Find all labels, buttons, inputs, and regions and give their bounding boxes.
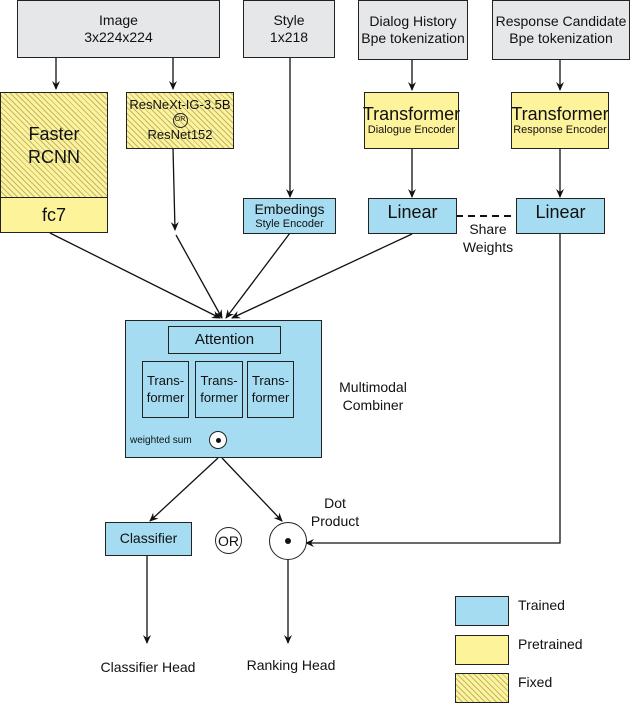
dialog-history-title: Dialog History xyxy=(369,12,457,29)
share-weights-label: Share Weights xyxy=(462,221,514,256)
classifier-head-label: Classifier Head xyxy=(100,659,196,675)
fc7-box: fc7 xyxy=(0,197,108,233)
weighted-sum-operator-icon xyxy=(209,431,227,449)
ranking-head-label: Ranking Head xyxy=(246,657,336,673)
style-input-shape: 1x218 xyxy=(269,29,309,45)
classifier-box: Classifier xyxy=(105,522,192,556)
linear-response-box: Linear xyxy=(516,198,605,234)
legend-label-fixed: Fixed xyxy=(518,674,553,690)
image-input-shape: 3x224x224 xyxy=(84,29,153,45)
transformer-box-3: Trans-former xyxy=(247,361,294,418)
linear-dialog-box: Linear xyxy=(368,198,457,234)
arrow-fc7-to-combiner xyxy=(49,232,221,319)
multimodal-combiner-label: Multimodal Combiner xyxy=(339,379,407,414)
style-input-box: Style 1x218 xyxy=(243,0,335,58)
embedings-label: Embedings xyxy=(254,201,325,218)
transformer-label-3: Trans-former xyxy=(251,373,290,405)
linear-response-label: Linear xyxy=(535,202,586,222)
transformer-label-1: Trans-former xyxy=(146,373,185,405)
linear-dialog-label: Linear xyxy=(387,202,438,222)
dialog-history-box: Dialog History Bpe tokenization xyxy=(358,0,468,60)
weighted-sum-label: weighted sum xyxy=(130,435,192,446)
resnext-box: ResNeXt-IG-3.5B OR ResNet152 xyxy=(126,92,234,149)
transformer-box-1: Trans-former xyxy=(142,361,189,418)
or-icon: OR xyxy=(215,527,242,554)
resnet-label: ResNet152 xyxy=(147,127,213,142)
response-candidate-box: Response Candidate Bpe tokenization xyxy=(492,0,630,60)
arrow-resnext-to-embed xyxy=(170,147,179,231)
dialog-history-subtitle: Bpe tokenization xyxy=(361,30,465,46)
dialogue-transformer-title: Transformer xyxy=(362,103,461,124)
dialogue-encoder-label: Dialogue Encoder xyxy=(367,124,456,137)
image-input-box: Image 3x224x224 xyxy=(17,0,220,58)
or-label: OR xyxy=(218,532,239,549)
arrow-resnext-to-combiner xyxy=(175,234,223,319)
or-badge: OR xyxy=(172,113,188,128)
classifier-label: Classifier xyxy=(119,530,178,547)
attention-box: Attention xyxy=(168,326,281,354)
image-input-title: Image xyxy=(99,11,138,28)
legend-label-trained: Trained xyxy=(518,597,565,613)
legend-swatch-pretrained xyxy=(455,635,509,665)
response-transformer-title: Transformer xyxy=(511,103,609,124)
fc7-label: fc7 xyxy=(41,204,66,225)
response-candidate-title: Response Candidate xyxy=(495,12,627,29)
resnext-label: ResNeXt-IG-3.5B xyxy=(129,97,231,113)
response-encoder-label: Response Encoder xyxy=(513,124,607,137)
dot-product-operator-icon xyxy=(269,522,307,560)
legend-swatch-fixed xyxy=(455,673,509,703)
response-candidate-subtitle: Bpe tokenization xyxy=(509,30,613,46)
attention-label: Attention xyxy=(194,330,255,348)
dialogue-encoder-box: Transformer Dialogue Encoder xyxy=(362,92,461,149)
style-encoder-label: Style Encoder xyxy=(255,217,324,230)
legend-label-pretrained: Pretrained xyxy=(518,636,583,652)
faster-rcnn-title: Faster RCNN xyxy=(28,124,80,167)
style-input-title: Style xyxy=(273,11,305,28)
dot-product-label: Dot Product xyxy=(310,495,360,530)
legend-swatch-trained xyxy=(455,596,509,626)
arrow-combiner-to-dot xyxy=(221,457,283,522)
transformer-box-2: Trans-former xyxy=(195,361,243,418)
arrow-linear-to-combiner xyxy=(231,233,413,319)
arrow-combiner-to-classifier xyxy=(149,457,219,522)
faster-rcnn-box: Faster RCNN xyxy=(0,92,108,198)
transformer-label-2: Trans-former xyxy=(200,373,238,405)
response-encoder-box: Transformer Response Encoder xyxy=(511,92,609,149)
style-encoder-box: Embedings Style Encoder xyxy=(243,198,336,234)
